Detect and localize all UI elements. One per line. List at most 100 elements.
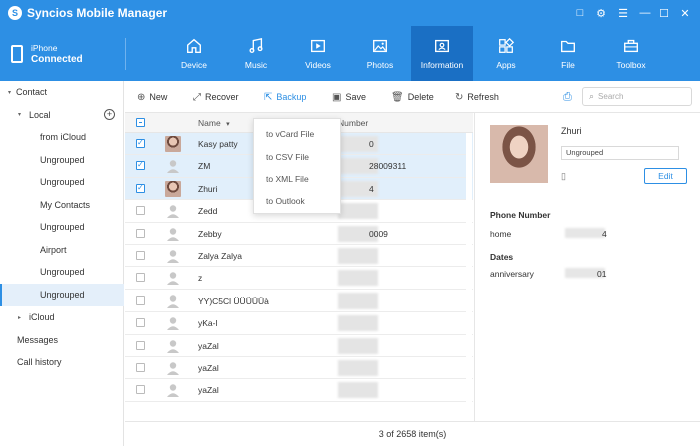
sidebar-item-contact[interactable]: ▾ Contact xyxy=(0,81,124,103)
contact-number: 28009311 xyxy=(369,161,407,172)
sidebar-item-ungrouped[interactable]: Ungrouped xyxy=(0,261,124,283)
settings-gear-icon[interactable]: ⚙ xyxy=(592,4,610,22)
sidebar-item-label: from iCloud xyxy=(40,132,87,142)
select-all-checkbox[interactable] xyxy=(136,118,145,127)
default-avatar-icon xyxy=(167,205,179,219)
phone-icon xyxy=(11,44,23,63)
menu-item-csv[interactable]: to CSV File xyxy=(266,152,309,162)
avatar xyxy=(165,136,181,152)
contact-name: ZM xyxy=(198,161,211,172)
group-select[interactable]: Ungrouped xyxy=(561,146,679,160)
toolbox-icon xyxy=(624,39,638,53)
table-row[interactable]: Zebby 0009 xyxy=(125,223,473,245)
table-row[interactable]: z xyxy=(125,267,473,290)
sidebar-item-ungrouped-selected[interactable]: Ungrouped xyxy=(0,283,124,306)
app-title: Syncios Mobile Manager xyxy=(27,6,168,20)
tab-label: Toolbox xyxy=(616,60,646,70)
sidebar-item-label: Ungrouped xyxy=(40,177,85,187)
table-row[interactable]: yaZal xyxy=(125,357,473,380)
table-row[interactable]: yKa-l xyxy=(125,312,473,335)
column-name[interactable]: Name ▾ xyxy=(198,118,230,128)
search-box[interactable]: ⌕ Search xyxy=(582,87,692,106)
row-checkbox[interactable] xyxy=(136,273,145,283)
sidebar-item-ungrouped[interactable]: Ungrouped xyxy=(0,171,124,193)
tab-toolbox[interactable]: Toolbox xyxy=(600,26,662,81)
photo-icon xyxy=(373,39,387,53)
tab-apps[interactable]: Apps xyxy=(475,26,537,81)
feedback-icon[interactable]: □ xyxy=(571,4,589,22)
tab-label: Information xyxy=(420,60,464,70)
new-button[interactable]: ⊕ New xyxy=(137,89,167,105)
sidebar-item-call-history[interactable]: Call history xyxy=(0,351,124,373)
device-status[interactable]: iPhone Connected xyxy=(0,26,125,81)
sidebar-item-my-contacts[interactable]: My Contacts xyxy=(0,194,124,216)
sidebar-item-icloud[interactable]: ▸ iCloud xyxy=(0,306,124,328)
recover-button[interactable]: ⤢ Recover xyxy=(193,89,239,105)
sidebar-item-messages[interactable]: Messages xyxy=(0,329,124,351)
phone-value-blurred xyxy=(565,228,605,238)
device-name: iPhone xyxy=(31,42,58,53)
row-checkbox[interactable] xyxy=(136,318,145,328)
tab-label: Device xyxy=(181,60,207,70)
number-blurred xyxy=(338,337,378,354)
row-checkbox[interactable] xyxy=(136,206,145,216)
contact-number: 0009 xyxy=(369,228,388,239)
tab-information[interactable]: Information xyxy=(411,26,473,81)
row-checkbox[interactable] xyxy=(136,138,145,148)
sidebar-item-ungrouped[interactable]: Ungrouped xyxy=(0,149,124,171)
row-checkbox[interactable] xyxy=(136,228,145,238)
menu-icon[interactable]: ☰ xyxy=(614,4,632,22)
list-scrollbar[interactable] xyxy=(466,133,472,413)
table-row[interactable]: YY)C5Cl ÜÜÜÜÜà xyxy=(125,290,473,313)
date-label: anniversary xyxy=(490,269,534,279)
backup-button[interactable]: ⇱ Backup xyxy=(264,89,306,105)
row-checkbox[interactable] xyxy=(136,183,145,193)
tab-device[interactable]: Device xyxy=(163,26,225,81)
tab-videos[interactable]: Videos xyxy=(287,26,349,81)
tab-label: Music xyxy=(244,60,268,70)
plus-circle-icon: ⊕ xyxy=(137,91,146,103)
refresh-button[interactable]: ↻ Refresh xyxy=(455,89,499,105)
sidebar-item-label: Call history xyxy=(17,357,62,367)
row-checkbox[interactable] xyxy=(136,295,145,305)
menu-item-xml[interactable]: to XML File xyxy=(266,174,309,184)
minimize-button[interactable]: — xyxy=(636,4,654,22)
column-number[interactable]: Number xyxy=(338,118,368,128)
table-row[interactable]: yaZal xyxy=(125,335,473,357)
table-row[interactable]: yaZal xyxy=(125,379,473,402)
recover-icon: ⤢ xyxy=(193,91,201,103)
row-checkbox[interactable] xyxy=(136,160,145,171)
tab-photos[interactable]: Photos xyxy=(349,26,411,81)
print-icon[interactable]: ⎙ xyxy=(563,91,577,103)
video-icon xyxy=(311,39,325,53)
sidebar-item-label: Ungrouped xyxy=(40,222,85,232)
search-input[interactable]: Search xyxy=(598,92,623,101)
phone-icon: ▯ xyxy=(561,171,566,181)
edit-button[interactable]: Edit xyxy=(644,168,687,184)
row-checkbox[interactable] xyxy=(136,340,145,350)
default-avatar-icon xyxy=(167,250,179,263)
close-button[interactable]: ✕ xyxy=(676,4,694,22)
row-checkbox[interactable] xyxy=(136,251,145,260)
backup-icon: ⇱ xyxy=(264,91,273,103)
row-checkbox[interactable] xyxy=(136,385,145,395)
default-avatar-icon xyxy=(167,272,179,286)
menu-item-vcard[interactable]: to vCard File xyxy=(266,129,314,139)
menu-item-outlook[interactable]: to Outlook xyxy=(266,196,305,206)
sidebar-item-from-icloud[interactable]: from iCloud xyxy=(0,126,124,148)
tab-music[interactable]: Music xyxy=(225,26,287,81)
add-group-icon[interactable]: + xyxy=(104,109,115,120)
number-blurred xyxy=(338,292,378,309)
apps-icon xyxy=(499,37,515,53)
row-checkbox[interactable] xyxy=(136,363,145,372)
tab-file[interactable]: File xyxy=(537,26,599,81)
chevron-down-icon: ▾ xyxy=(8,89,12,96)
sidebar-item-label: Ungrouped xyxy=(40,267,85,277)
maximize-button[interactable]: ☐ xyxy=(655,4,673,22)
sidebar-item-label: iCloud xyxy=(29,312,55,322)
sidebar-item-airport[interactable]: Airport xyxy=(0,239,124,261)
sidebar-item-ungrouped[interactable]: Ungrouped xyxy=(0,216,124,238)
delete-button[interactable]: 🗑 Delete xyxy=(391,89,434,105)
table-row[interactable]: Zalya Zalya xyxy=(125,245,473,268)
save-button[interactable]: ▣ Save xyxy=(332,89,366,105)
